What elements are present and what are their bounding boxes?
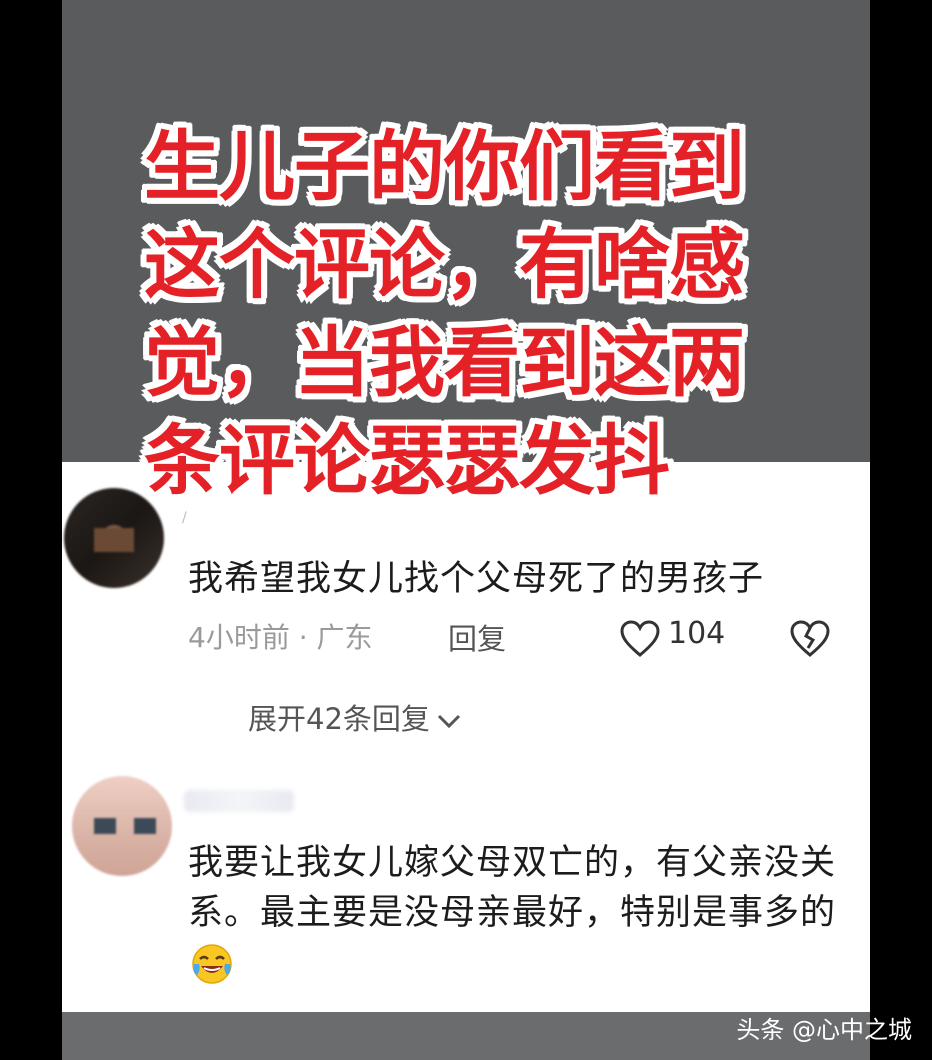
caption-line-3: 觉，当我看到这两 xyxy=(144,318,745,407)
overlay-caption: 生儿子的你们看到 这个评论，有啥感 觉，当我看到这两 条评论瑟瑟发抖 xyxy=(144,118,834,510)
caption-line-2: 这个评论，有啥感 xyxy=(144,220,745,309)
heart-icon[interactable] xyxy=(620,620,660,658)
expand-replies-label: 展开42条回复 xyxy=(248,702,430,736)
comment-time-location: 4小时前 · 广东 xyxy=(188,621,373,654)
crying-laughing-emoji-icon xyxy=(192,944,232,984)
comment-text-body: 我要让我女儿嫁父母双亡的，有父亲没关系。最主要是没母亲最好，特别是事多的 xyxy=(188,843,837,933)
comment-text: 我要让我女儿嫁父母双亡的，有父亲没关系。最主要是没母亲最好，特别是事多的 xyxy=(188,838,848,988)
broken-heart-icon[interactable] xyxy=(790,620,830,658)
avatar-mosaic xyxy=(134,818,156,834)
like-count: 104 xyxy=(668,616,726,651)
avatar[interactable] xyxy=(72,776,172,876)
chevron-down-icon xyxy=(437,714,460,729)
comment-text: 我希望我女儿找个父母死了的男孩子 xyxy=(188,559,765,599)
caption-line-1: 生儿子的你们看到 xyxy=(144,122,745,211)
screenshot-frame: 生儿子的你们看到 这个评论，有啥感 觉，当我看到这两 条评论瑟瑟发抖 / 我希望… xyxy=(0,0,932,1060)
caption-line-4: 条评论瑟瑟发抖 xyxy=(144,416,670,505)
comment-screen: 生儿子的你们看到 这个评论，有啥感 觉，当我看到这两 条评论瑟瑟发抖 / 我希望… xyxy=(62,0,870,1060)
avatar-mosaic xyxy=(94,528,134,552)
username-blurred[interactable] xyxy=(184,790,294,812)
expand-replies-button[interactable]: 展开42条回复 xyxy=(248,696,462,738)
avatar-mosaic xyxy=(94,818,116,834)
username[interactable]: / xyxy=(182,510,212,526)
watermark: 头条 @心中之城 xyxy=(736,1016,912,1044)
reply-button[interactable]: 回复 xyxy=(448,616,506,658)
